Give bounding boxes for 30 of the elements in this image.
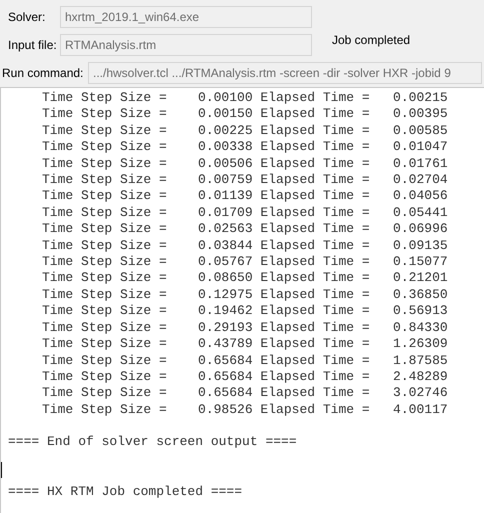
output-line: Time Step Size = 0.00225 Elapsed Time = 0.00585 xyxy=(41,122,448,140)
output-line: ==== HX RTM Job completed ==== xyxy=(8,484,242,500)
output-line: Time Step Size = 0.03844 Elapsed Time = 0.09135 xyxy=(41,238,448,254)
output-line: ==== End of solver screen output ==== xyxy=(8,434,297,451)
output-line: Time Step Size = 0.01709 Elapsed Time = 0.05441 xyxy=(41,204,448,222)
status-text: Job completed xyxy=(332,32,410,49)
output-line: Time Step Size = 0.08650 Elapsed Time = 0.21201 xyxy=(41,270,448,287)
output-line: Time Step Size = 0.12975 Elapsed Time = 0.36850 xyxy=(41,286,448,304)
output-line: Time Step Size = 0.00759 Elapsed Time = 0.02704 xyxy=(41,172,448,188)
output-line: Time Step Size = 0.01139 Elapsed Time = 0.04056 xyxy=(41,188,448,205)
output-line: Time Step Size = 0.43789 Elapsed Time = 1.26309 xyxy=(41,336,448,352)
output-line: Time Step Size = 0.05767 Elapsed Time = 0.15077 xyxy=(41,254,448,270)
field-label: Solver: xyxy=(8,9,46,26)
output-line: Time Step Size = 0.65684 Elapsed Time = 1.87585 xyxy=(41,352,448,369)
output-line: Time Step Size = 0.00506 Elapsed Time = 0.01761 xyxy=(41,156,448,172)
output-line: Time Step Size = 0.02563 Elapsed Time = 0.06996 xyxy=(41,221,448,238)
text-cursor xyxy=(1,462,2,478)
output-line: Time Step Size = 0.65684 Elapsed Time = 3.02746 xyxy=(41,385,448,402)
field-label: Input file: xyxy=(8,37,58,54)
text-field[interactable]: hxrtm_2019.1_win64.exe xyxy=(60,6,312,28)
field-label: Run command: xyxy=(2,65,84,82)
output-line: Time Step Size = 0.19462 Elapsed Time = 0.56913 xyxy=(41,303,448,320)
output-line: Time Step Size = 0.29193 Elapsed Time = 0.84330 xyxy=(41,320,448,336)
output-line: Time Step Size = 0.00100 Elapsed Time = 0.00215 xyxy=(41,90,448,106)
text-field[interactable]: .../hwsolver.tcl .../RTMAnalysis.rtm -screen -dir -solver HXR -jobid 9 xyxy=(88,62,482,84)
output-line: Time Step Size = 0.65684 Elapsed Time = 2.48289 xyxy=(41,368,448,386)
output-line: Time Step Size = 0.98526 Elapsed Time = 4.00117 xyxy=(41,402,448,418)
text-field[interactable]: RTMAnalysis.rtm xyxy=(60,34,312,56)
output-line: Time Step Size = 0.00150 Elapsed Time = 0.00395 xyxy=(41,106,448,123)
output-line: Time Step Size = 0.00338 Elapsed Time = 0.01047 xyxy=(41,139,448,156)
